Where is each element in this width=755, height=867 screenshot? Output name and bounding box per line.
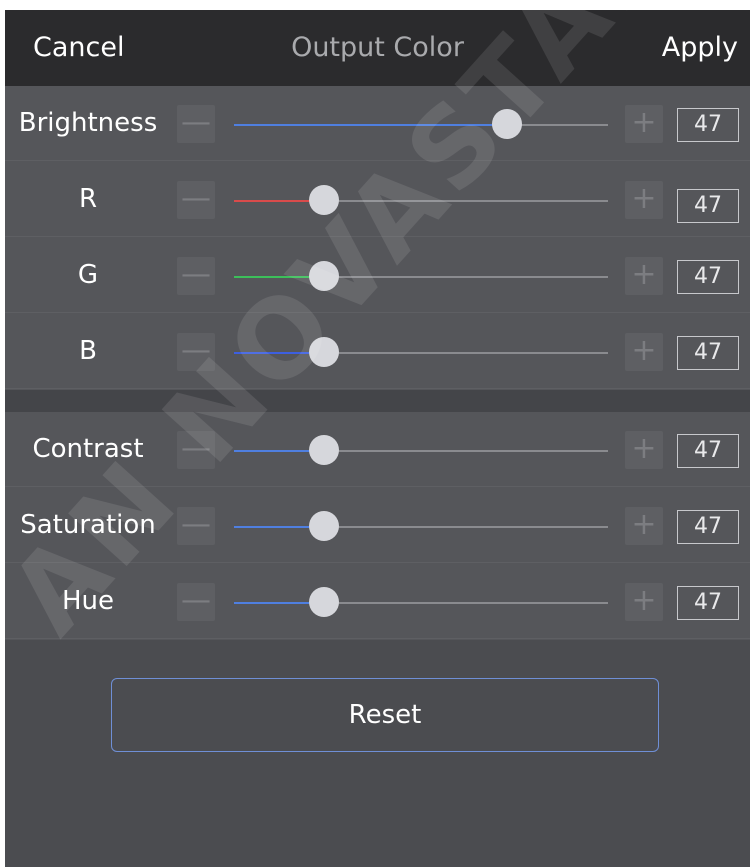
slider-label: Contrast [32, 434, 144, 464]
slider-thumb[interactable] [308, 435, 339, 465]
slider-thumb[interactable] [308, 587, 339, 617]
slider-track[interactable] [234, 109, 608, 139]
decrement-button[interactable]: — [177, 181, 215, 219]
reset-button[interactable]: Reset [111, 678, 659, 752]
decrement-button[interactable]: — [177, 431, 215, 469]
slider-thumb[interactable] [308, 511, 339, 541]
increment-button[interactable]: + [625, 105, 663, 143]
decrement-button[interactable]: — [177, 257, 215, 295]
value-field[interactable]: 47 [677, 336, 739, 370]
slider-row-brightness: Brightness — + 47 [5, 86, 750, 161]
slider-row-contrast: Contrast — + 47 [5, 412, 750, 487]
slider-label: Hue [61, 586, 115, 616]
slider-row-b: B — + 47 [5, 314, 750, 389]
value-field[interactable]: 47 [677, 510, 739, 544]
slider-track[interactable] [234, 337, 608, 367]
slider-track[interactable] [234, 511, 608, 541]
slider-track[interactable] [234, 587, 608, 617]
apply-button[interactable]: Apply [662, 28, 738, 68]
slider-row-r: R — + 47 [5, 162, 750, 237]
increment-button[interactable]: + [625, 583, 663, 621]
slider-thumb[interactable] [308, 185, 339, 215]
increment-button[interactable]: + [625, 507, 663, 545]
slider-row-saturation: Saturation — + 47 [5, 488, 750, 563]
output-color-panel: Cancel Output Color Apply Brightness — +… [5, 10, 750, 867]
slider-track[interactable] [234, 261, 608, 291]
increment-button[interactable]: + [625, 181, 663, 219]
slider-label: R [78, 184, 98, 214]
slider-row-hue: Hue — + 47 [5, 564, 750, 639]
slider-label: Brightness [18, 108, 158, 138]
slider-label: G [77, 260, 99, 290]
value-field[interactable]: 47 [677, 108, 739, 142]
slider-track[interactable] [234, 185, 608, 215]
slider-label: Saturation [20, 510, 156, 540]
decrement-button[interactable]: — [177, 333, 215, 371]
slider-fill [234, 124, 508, 126]
value-field[interactable]: 47 [677, 434, 739, 468]
decrement-button[interactable]: — [177, 105, 215, 143]
slider-label: B [79, 336, 97, 366]
header-bar: Cancel Output Color Apply [5, 10, 750, 86]
rgb-section: Brightness — + 47 R — + 47 G — + 47 B — … [5, 86, 750, 390]
slider-track[interactable] [234, 435, 608, 465]
slider-thumb[interactable] [492, 109, 523, 139]
slider-thumb[interactable] [308, 337, 339, 367]
decrement-button[interactable]: — [177, 583, 215, 621]
section-divider [5, 390, 750, 412]
increment-button[interactable]: + [625, 257, 663, 295]
value-field[interactable]: 47 [677, 586, 739, 620]
slider-row-g: G — + 47 [5, 238, 750, 313]
increment-button[interactable]: + [625, 333, 663, 371]
slider-thumb[interactable] [308, 261, 339, 291]
decrement-button[interactable]: — [177, 507, 215, 545]
adjust-section: Contrast — + 47 Saturation — + 47 Hue — [5, 412, 750, 640]
page-title: Output Color [291, 32, 464, 63]
value-field[interactable]: 47 [677, 189, 739, 223]
increment-button[interactable]: + [625, 431, 663, 469]
value-field[interactable]: 47 [677, 260, 739, 294]
